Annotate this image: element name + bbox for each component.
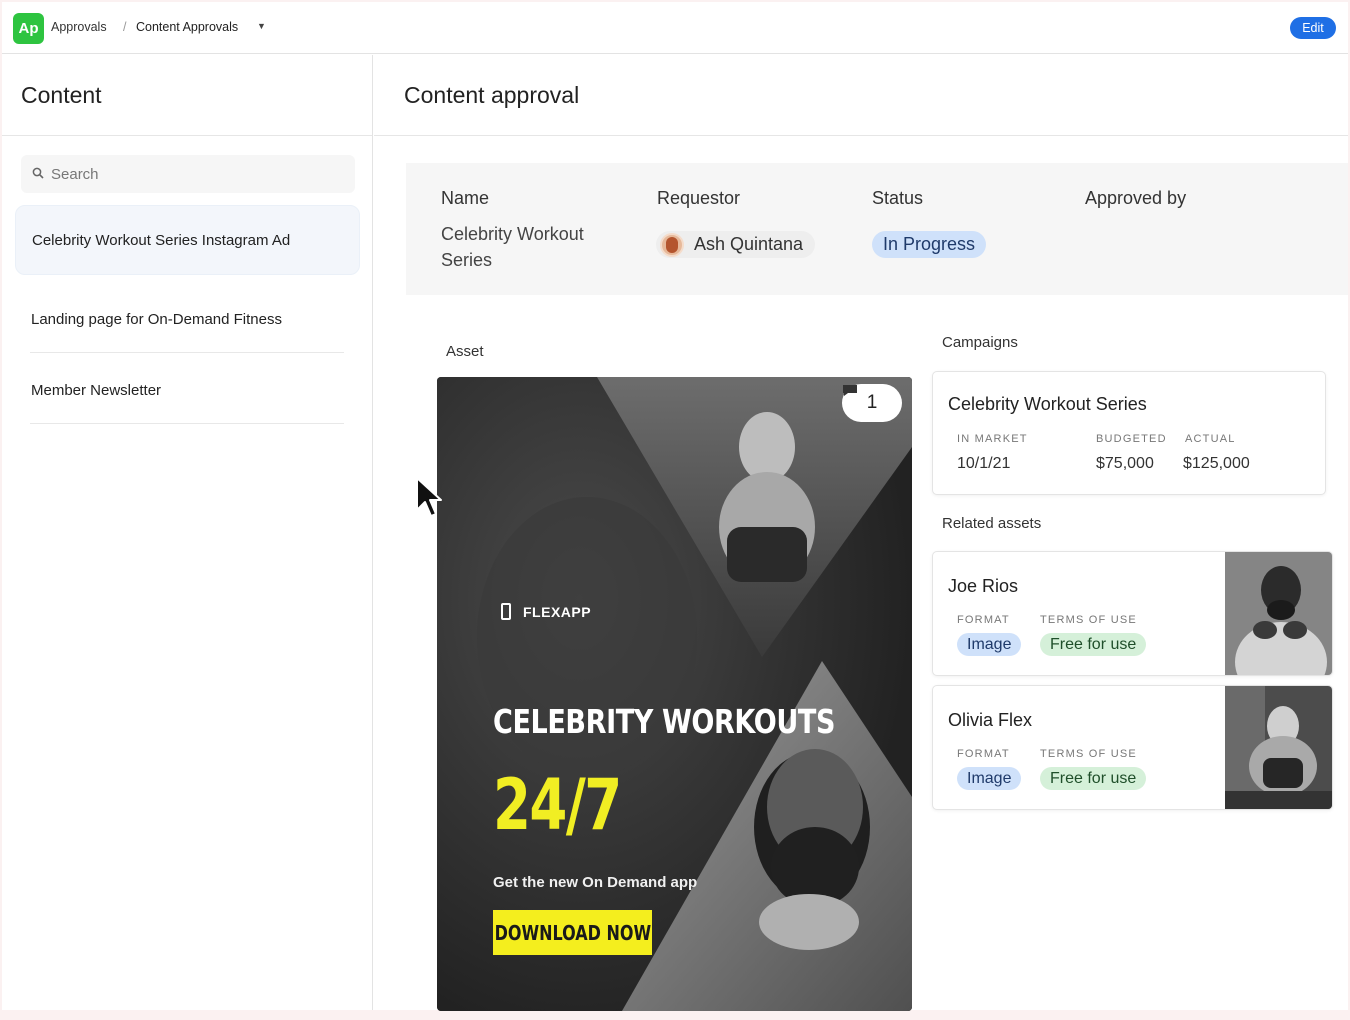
terms-badge: Free for use (1040, 767, 1147, 790)
ad-headline: CELEBRITY WORKOUTS (493, 702, 836, 741)
format-badge: Image (957, 767, 1022, 790)
format-badge: Image (957, 633, 1022, 656)
page-title: Content approval (404, 82, 580, 108)
list-item-label: Celebrity Workout Series Instagram Ad (32, 231, 291, 249)
list-item-label: Landing page for On-Demand Fitness (31, 310, 282, 328)
name-value: Celebrity Workout Series (441, 224, 584, 270)
asset-label: Asset (446, 343, 484, 360)
format-label: FORMAT (957, 614, 1010, 626)
terms-badge: Free for use (1040, 633, 1147, 656)
divider (30, 352, 344, 353)
ad-big-text: 24/7 (493, 764, 622, 846)
actual-value: $125,000 (1183, 455, 1250, 472)
approval-summary: Name Celebrity Workout Series Requestor … (406, 163, 1348, 295)
search-input[interactable] (51, 155, 341, 193)
actual-label: ACTUAL (1185, 433, 1236, 445)
in-market-value: 10/1/21 (957, 455, 1011, 472)
requestor-name: Ash Quintana (694, 234, 804, 254)
chevron-down-icon[interactable]: ▼ (257, 21, 266, 31)
requestor-label: Requestor (657, 188, 741, 208)
content-sidebar: Content Celebrity Workout Series Instagr… (2, 55, 373, 1010)
app-window: Ap Approvals / Content Approvals ▼ Edit … (2, 2, 1348, 1011)
search-box[interactable] (21, 155, 355, 193)
list-item[interactable]: Celebrity Workout Series Instagram Ad (15, 205, 360, 275)
brand-name: FLEXAPP (523, 603, 592, 620)
budgeted-value: $75,000 (1096, 455, 1154, 472)
list-item[interactable]: Landing page for On-Demand Fitness (15, 284, 360, 354)
top-bar: Ap Approvals / Content Approvals ▼ Edit (2, 2, 1348, 54)
breadcrumb-content-approvals[interactable]: Content Approvals (136, 20, 238, 34)
comment-icon (843, 385, 857, 396)
edit-button[interactable]: Edit (1290, 17, 1336, 39)
status-badge: In Progress (872, 231, 987, 258)
approved-by-label: Approved by (1085, 188, 1187, 208)
avatar (660, 232, 684, 257)
requestor-chip[interactable]: Ash Quintana (656, 231, 816, 258)
terms-label: TERMS OF USE (1040, 614, 1137, 626)
terms-label: TERMS OF USE (1040, 748, 1137, 760)
asset-preview[interactable]: 1 FLEXAPP CELEBRITY WORKOUTS 24/7 Get th… (437, 377, 912, 1011)
comment-bubble[interactable]: 1 (842, 384, 902, 422)
campaigns-label: Campaigns (942, 334, 1018, 351)
status-label: Status (872, 188, 924, 208)
format-label: FORMAT (957, 748, 1010, 760)
in-market-label: IN MARKET (957, 433, 1028, 445)
related-asset-thumbnail (1225, 552, 1332, 675)
related-asset-name: Olivia Flex (948, 710, 1033, 730)
search-icon (32, 167, 44, 179)
download-now-button[interactable]: DOWNLOAD NOW (493, 910, 652, 955)
brand-mark: FLEXAPP (501, 603, 591, 620)
related-asset-card[interactable]: Joe Rios FORMAT Image TERMS OF USE Free … (932, 551, 1333, 676)
list-item-label: Member Newsletter (31, 381, 162, 399)
main-panel: Content approval Name Celebrity Workout … (374, 55, 1348, 1011)
ad-tagline: Get the new On Demand app (493, 874, 698, 891)
breadcrumb-approvals[interactable]: Approvals (51, 20, 107, 34)
cta-label: DOWNLOAD NOW (494, 920, 651, 945)
phone-icon (501, 603, 511, 620)
breadcrumb-separator: / (123, 20, 127, 34)
comment-count: 1 (866, 392, 878, 413)
related-asset-card[interactable]: Olivia Flex FORMAT Image TERMS OF USE Fr… (932, 685, 1333, 810)
divider (30, 423, 344, 424)
app-logo[interactable]: Ap (13, 13, 44, 44)
sidebar-title: Content (21, 82, 102, 108)
related-assets-label: Related assets (942, 515, 1042, 532)
related-asset-thumbnail (1225, 686, 1332, 809)
name-label: Name (441, 188, 490, 208)
list-item[interactable]: Member Newsletter (15, 355, 360, 425)
campaign-title: Celebrity Workout Series (948, 394, 1147, 414)
related-asset-name: Joe Rios (948, 576, 1019, 596)
campaign-card[interactable]: Celebrity Workout Series IN MARKET 10/1/… (932, 371, 1326, 495)
budgeted-label: BUDGETED (1096, 433, 1167, 445)
mouse-cursor-icon (416, 477, 442, 517)
main-header: Content approval (374, 55, 1348, 136)
